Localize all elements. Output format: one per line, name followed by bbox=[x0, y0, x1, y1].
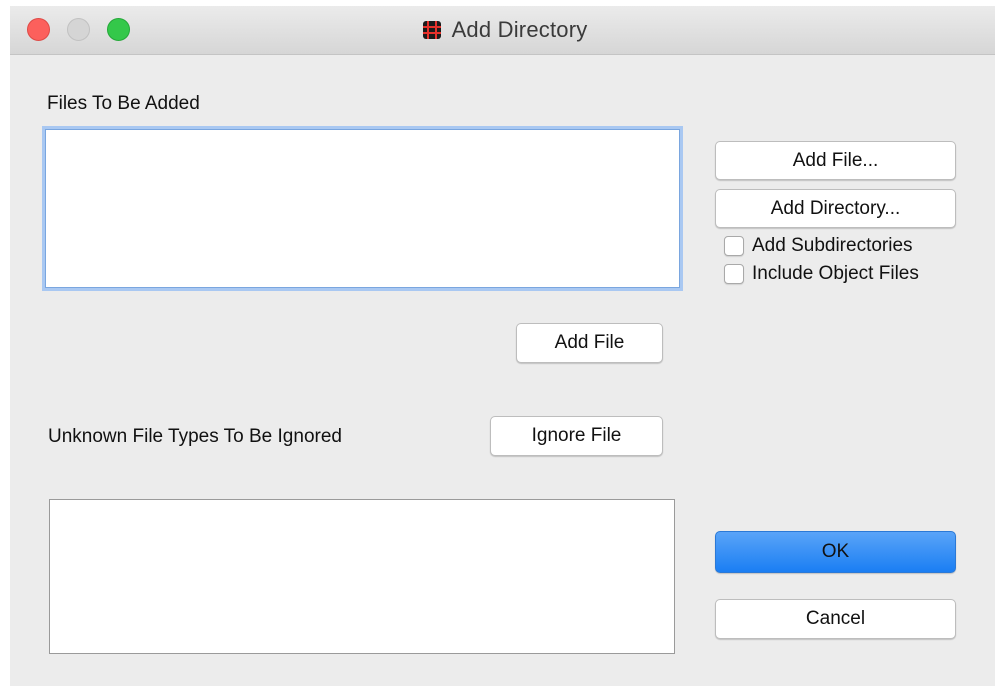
add-file-button[interactable]: Add File bbox=[516, 323, 663, 363]
ignore-file-button[interactable]: Ignore File bbox=[490, 416, 663, 456]
title-bar[interactable]: Add Directory bbox=[10, 6, 995, 55]
ok-button[interactable]: OK bbox=[715, 531, 956, 573]
add-subdirectories-checkbox[interactable] bbox=[724, 236, 744, 256]
files-to-be-added-label: Files To Be Added bbox=[47, 93, 200, 114]
cancel-button[interactable]: Cancel bbox=[715, 599, 956, 639]
add-subdirectories-option[interactable]: Add Subdirectories bbox=[724, 232, 913, 260]
unknown-file-types-label: Unknown File Types To Be Ignored bbox=[48, 426, 342, 447]
ignored-file-types-list[interactable] bbox=[49, 499, 675, 654]
window-title: Add Directory bbox=[451, 17, 588, 42]
add-file-dialog-button[interactable]: Add File... bbox=[715, 141, 956, 180]
include-object-files-label: Include Object Files bbox=[752, 263, 919, 284]
add-directory-dialog-button[interactable]: Add Directory... bbox=[715, 189, 956, 228]
add-subdirectories-label: Add Subdirectories bbox=[752, 235, 913, 256]
app-grid-icon bbox=[422, 20, 442, 40]
include-object-files-option[interactable]: Include Object Files bbox=[724, 260, 919, 288]
window-title-group: Add Directory bbox=[10, 6, 995, 54]
add-directory-window: Add Directory Files To Be Added Add File… bbox=[10, 6, 995, 686]
include-object-files-checkbox[interactable] bbox=[724, 264, 744, 284]
files-to-be-added-list[interactable] bbox=[45, 129, 680, 288]
